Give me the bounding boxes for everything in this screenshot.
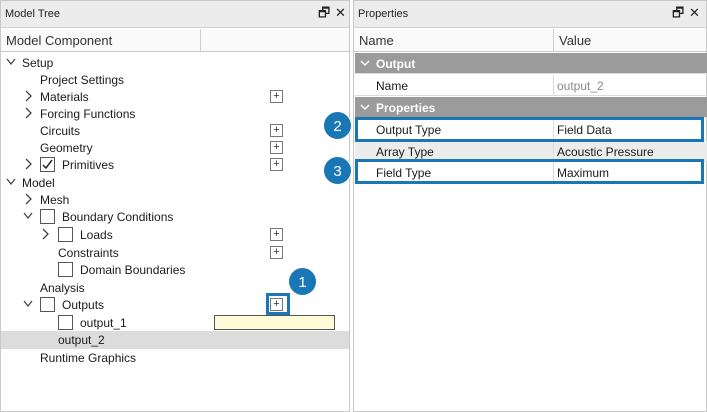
tree-item-forcing-functions[interactable]: Forcing Functions: [1, 105, 349, 122]
domain-boundaries-checkbox[interactable]: [58, 262, 73, 277]
checkmark-icon: [42, 159, 53, 170]
add-output-highlight: [266, 293, 290, 315]
close-icon[interactable]: ✕: [689, 6, 700, 20]
tree-item-runtime-graphics[interactable]: Runtime Graphics: [1, 349, 349, 366]
restore-window-icon[interactable]: 🗗: [672, 6, 684, 20]
model-tree-column-header[interactable]: Model Component: [1, 29, 349, 52]
callout-badge-3: 3: [323, 156, 352, 185]
output-type-highlight: [355, 117, 704, 142]
chevron-down-icon[interactable]: [360, 58, 370, 68]
tree-item-project-settings[interactable]: Project Settings: [1, 71, 349, 88]
category-output[interactable]: Output: [355, 53, 707, 74]
properties-titlebar: Properties 🗗 ✕: [354, 1, 706, 28]
tree-item-outputs[interactable]: Outputs +: [1, 296, 349, 313]
model-component-header: Model Component: [6, 33, 113, 48]
callout-badge-2: 2: [323, 111, 352, 140]
chevron-right-icon[interactable]: [23, 107, 33, 119]
tree-item-geometry[interactable]: Geometry +: [1, 139, 349, 156]
tree-item-boundary-conditions[interactable]: Boundary Conditions: [1, 208, 349, 225]
model-tree-title: Model Tree: [5, 8, 61, 20]
category-properties[interactable]: Properties: [355, 97, 707, 118]
output-1-checkbox[interactable]: [58, 315, 73, 330]
outputs-checkbox[interactable]: [40, 297, 55, 312]
tree-item-output-2[interactable]: output_2: [1, 331, 349, 349]
tree-item-setup[interactable]: Setup: [1, 54, 349, 71]
tree-item-output-1[interactable]: output_1: [1, 314, 349, 331]
callout-badge-1: 1: [288, 267, 317, 296]
properties-column-header[interactable]: Name Value: [354, 29, 706, 52]
close-icon[interactable]: ✕: [335, 6, 346, 20]
property-row-name[interactable]: Name output_2: [355, 75, 707, 96]
add-constraint-button[interactable]: +: [270, 246, 283, 259]
properties-title: Properties: [358, 8, 409, 20]
field-type-highlight: [355, 159, 704, 184]
chevron-down-icon[interactable]: [23, 210, 33, 222]
boundary-conditions-checkbox[interactable]: [40, 209, 55, 224]
chevron-down-icon[interactable]: [6, 56, 16, 68]
chevron-down-icon[interactable]: [360, 102, 370, 112]
tree-item-model[interactable]: Model: [1, 174, 349, 191]
model-tree-panel: Model Tree 🗗 ✕ Model Component Setup Pro…: [0, 0, 350, 412]
primitives-checkbox[interactable]: [40, 157, 55, 172]
tree-item-primitives[interactable]: Primitives +: [1, 156, 349, 173]
add-load-button[interactable]: +: [270, 228, 283, 241]
chevron-right-icon[interactable]: [23, 90, 33, 102]
tree-item-constraints[interactable]: Constraints +: [1, 244, 349, 261]
chevron-right-icon[interactable]: [40, 228, 50, 240]
name-column-header: Name: [359, 33, 394, 48]
loads-checkbox[interactable]: [58, 227, 73, 242]
tree-item-mesh[interactable]: Mesh: [1, 191, 349, 208]
restore-window-icon[interactable]: 🗗: [318, 6, 330, 20]
add-primitive-button[interactable]: +: [270, 158, 283, 171]
tree-item-materials[interactable]: Materials +: [1, 88, 349, 105]
properties-panel: Properties 🗗 ✕ Name Value Output Name ou…: [353, 0, 707, 412]
tree-item-loads[interactable]: Loads +: [1, 226, 349, 243]
chevron-right-icon[interactable]: [23, 158, 33, 170]
value-column-header: Value: [559, 33, 592, 48]
add-material-button[interactable]: +: [270, 90, 283, 103]
model-tree-titlebar: Model Tree 🗗 ✕: [1, 1, 349, 28]
tree-item-circuits[interactable]: Circuits +: [1, 122, 349, 139]
chevron-down-icon[interactable]: [6, 176, 16, 188]
add-geometry-button[interactable]: +: [270, 141, 283, 154]
output-name-edit-field[interactable]: [214, 315, 335, 330]
add-circuit-button[interactable]: +: [270, 124, 283, 137]
chevron-right-icon[interactable]: [23, 193, 33, 205]
chevron-down-icon[interactable]: [23, 298, 33, 310]
